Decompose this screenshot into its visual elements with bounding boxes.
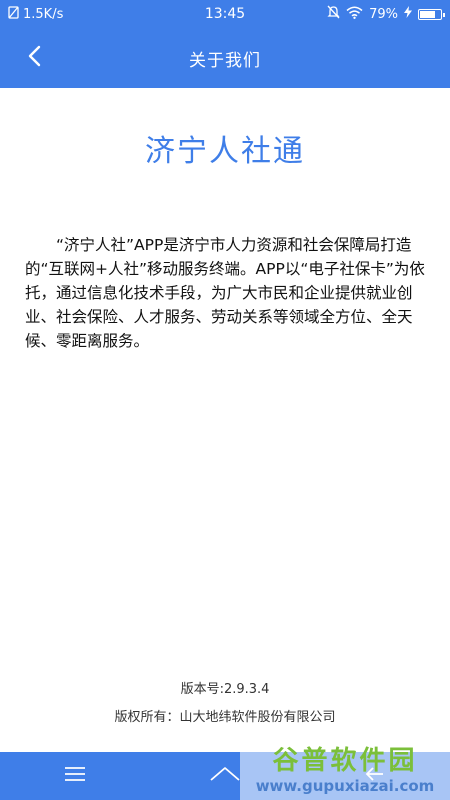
wifi-icon: [346, 6, 363, 23]
page-title: 关于我们: [189, 50, 261, 71]
status-right: 79%: [327, 5, 445, 23]
copyright-text: 版权所有：山大地纬软件股份有限公司: [114, 710, 336, 725]
status-bar: 1.5K/s 13:45 79%: [0, 0, 450, 28]
intro-paragraph: “济宁人社”APP是济宁市人力资源和社会保障局打造的“互联网+人社”移动服务终端…: [25, 236, 425, 350]
watermark-logo: 谷普软件园 www.gupuxiazai.com: [240, 735, 450, 800]
menu-button[interactable]: [45, 756, 105, 796]
back-button[interactable]: [14, 38, 54, 78]
mute-icon: [327, 5, 340, 23]
home-icon: [210, 766, 240, 786]
app-bar: 关于我们: [0, 28, 450, 88]
status-left: 1.5K/s: [8, 5, 64, 23]
battery-percent: 79%: [369, 6, 398, 22]
battery-fill: [420, 10, 436, 18]
sim-off-icon: [8, 5, 19, 23]
chevron-left-icon: [27, 45, 41, 71]
network-speed: 1.5K/s: [23, 6, 64, 22]
version-text: 版本号:2.9.3.4: [180, 682, 270, 697]
watermark-title: 谷普软件园: [272, 746, 418, 776]
menu-icon: [64, 766, 86, 786]
app-name-heading: 济宁人社通: [145, 134, 305, 169]
battery-icon: [418, 8, 445, 20]
watermark-url: www.gupuxiazai.com: [255, 777, 435, 795]
charging-icon: [404, 6, 412, 22]
